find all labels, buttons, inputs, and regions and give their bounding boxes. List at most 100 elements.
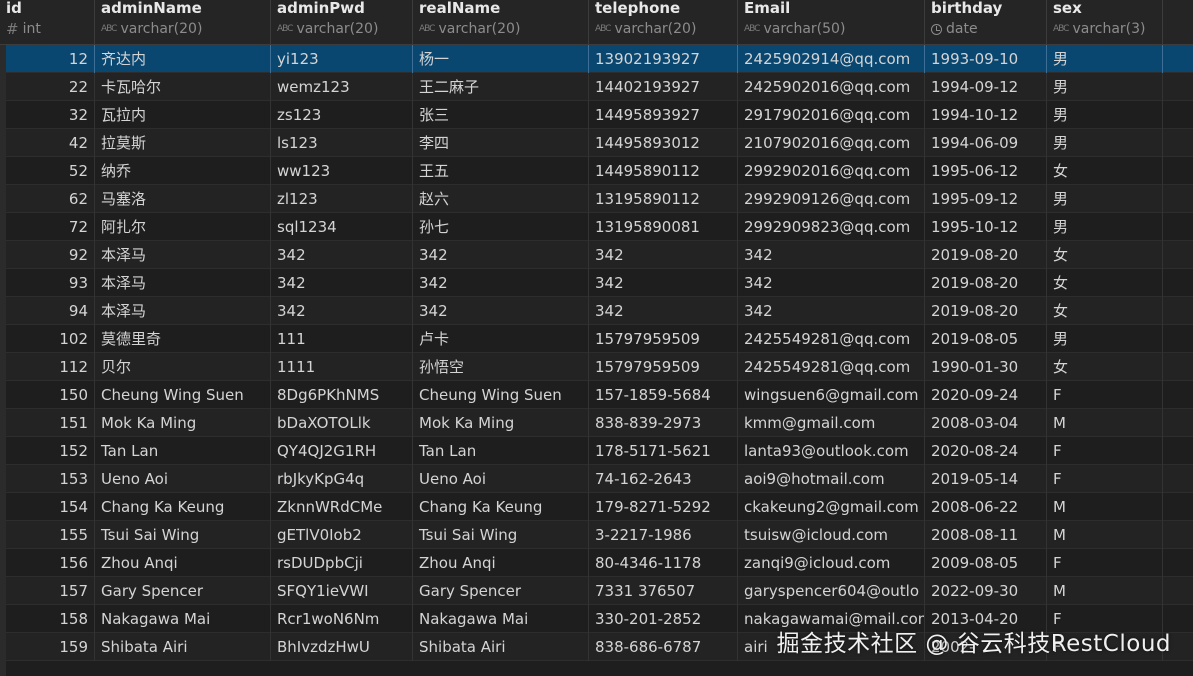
column-header-sex[interactable]: sex ABC varchar(3) xyxy=(1047,0,1163,44)
cell-adminPwd[interactable]: gETlV0Iob2 xyxy=(271,521,413,549)
cell-adminPwd[interactable]: 342 xyxy=(271,241,413,269)
cell-adminName[interactable]: 本泽马 xyxy=(95,297,271,325)
cell-adminName[interactable]: 贝尔 xyxy=(95,353,271,381)
cell-telephone[interactable]: 74-162-2643 xyxy=(589,465,738,493)
cell-adminPwd[interactable]: BhIvzdzHwU xyxy=(271,633,413,661)
cell-adminPwd[interactable]: bDaXOTOLlk xyxy=(271,409,413,437)
table-row[interactable]: 155 Tsui Sai Wing gETlV0Iob2 Tsui Sai Wing 3… xyxy=(0,521,1193,549)
cell-adminName[interactable]: Ueno Aoi xyxy=(95,465,271,493)
table-row[interactable]: 112 贝尔 1111 孙悟空 15797959509 2425549281@qq.com… xyxy=(0,353,1193,381)
cell-sex[interactable]: 男 xyxy=(1047,185,1163,213)
cell-adminName[interactable]: 拉莫斯 xyxy=(95,129,271,157)
table-row[interactable]: 152 Tan Lan QY4QJ2G1RH Tan Lan 178-5171-5621… xyxy=(0,437,1193,465)
cell-adminName[interactable]: 卡瓦哈尔 xyxy=(95,73,271,101)
cell-realName[interactable]: 卢卡 xyxy=(413,325,589,353)
cell-Email[interactable]: tsuisw@icloud.com xyxy=(738,521,925,549)
cell-adminPwd[interactable]: yi123 xyxy=(271,45,413,73)
cell-telephone[interactable]: 14495890112 xyxy=(589,157,738,185)
cell-birthday[interactable]: 2020-09-24 xyxy=(925,381,1047,409)
cell-telephone[interactable]: 178-5171-5621 xyxy=(589,437,738,465)
cell-adminPwd[interactable]: 1111 xyxy=(271,353,413,381)
cell-birthday[interactable]: 2019-08-20 xyxy=(925,241,1047,269)
cell-telephone[interactable]: 838-686-6787 xyxy=(589,633,738,661)
column-header-adminPwd[interactable]: adminPwd ABC varchar(20) xyxy=(271,0,413,44)
table-row[interactable]: 150 Cheung Wing Suen 8Dg6PKhNMS Cheung Wing… xyxy=(0,381,1193,409)
cell-id[interactable]: 92 xyxy=(0,241,95,269)
cell-sex[interactable]: M xyxy=(1047,577,1163,605)
cell-id[interactable]: 12 xyxy=(0,45,95,73)
cell-birthday[interactable]: 1995-09-12 xyxy=(925,185,1047,213)
cell-id[interactable]: 151 xyxy=(0,409,95,437)
cell-birthday[interactable]: 2019-08-05 xyxy=(925,325,1047,353)
cell-telephone[interactable]: 179-8271-5292 xyxy=(589,493,738,521)
cell-id[interactable]: 157 xyxy=(0,577,95,605)
cell-adminName[interactable]: 本泽马 xyxy=(95,241,271,269)
cell-Email[interactable]: wingsuen6@gmail.com xyxy=(738,381,925,409)
cell-birthday[interactable]: 1990-01-30 xyxy=(925,353,1047,381)
cell-adminName[interactable]: Shibata Airi xyxy=(95,633,271,661)
cell-birthday[interactable]: 1994-10-12 xyxy=(925,101,1047,129)
table-row[interactable]: 62 马塞洛 zl123 赵六 13195890112 2992909126@qq.com… xyxy=(0,185,1193,213)
cell-birthday[interactable]: 2022-09-30 xyxy=(925,577,1047,605)
cell-realName[interactable]: 342 xyxy=(413,269,589,297)
cell-adminPwd[interactable]: SFQY1ieVWI xyxy=(271,577,413,605)
cell-Email[interactable]: 2917902016@qq.com xyxy=(738,101,925,129)
cell-id[interactable]: 159 xyxy=(0,633,95,661)
cell-realName[interactable]: Ueno Aoi xyxy=(413,465,589,493)
cell-realName[interactable]: Nakagawa Mai xyxy=(413,605,589,633)
cell-adminName[interactable]: 莫德里奇 xyxy=(95,325,271,353)
cell-Email[interactable]: 2992902016@qq.com xyxy=(738,157,925,185)
cell-adminName[interactable]: 本泽马 xyxy=(95,269,271,297)
cell-id[interactable]: 158 xyxy=(0,605,95,633)
cell-adminPwd[interactable]: rbJkyKpG4q xyxy=(271,465,413,493)
cell-sex[interactable]: 男 xyxy=(1047,325,1163,353)
cell-telephone[interactable]: 14402193927 xyxy=(589,73,738,101)
cell-adminName[interactable]: 纳乔 xyxy=(95,157,271,185)
cell-realName[interactable]: Chang Ka Keung xyxy=(413,493,589,521)
cell-adminName[interactable]: 马塞洛 xyxy=(95,185,271,213)
cell-adminPwd[interactable]: zl123 xyxy=(271,185,413,213)
cell-realName[interactable]: Tan Lan xyxy=(413,437,589,465)
cell-Email[interactable]: aoi9@hotmail.com xyxy=(738,465,925,493)
cell-Email[interactable]: 2425549281@qq.com xyxy=(738,353,925,381)
cell-realName[interactable]: Zhou Anqi xyxy=(413,549,589,577)
table-row[interactable]: 102 莫德里奇 111 卢卡 15797959509 2425549281@qq.com… xyxy=(0,325,1193,353)
cell-id[interactable]: 150 xyxy=(0,381,95,409)
cell-adminPwd[interactable]: zs123 xyxy=(271,101,413,129)
cell-sex[interactable]: 女 xyxy=(1047,241,1163,269)
cell-Email[interactable]: 342 xyxy=(738,297,925,325)
cell-Email[interactable]: zanqi9@icloud.com xyxy=(738,549,925,577)
cell-realName[interactable]: 342 xyxy=(413,241,589,269)
table-row[interactable]: 12 齐达内 yi123 杨一 13902193927 2425902914@qq.com… xyxy=(0,45,1193,73)
cell-adminName[interactable]: Zhou Anqi xyxy=(95,549,271,577)
cell-birthday[interactable]: 1995-06-12 xyxy=(925,157,1047,185)
cell-realName[interactable]: Cheung Wing Suen xyxy=(413,381,589,409)
cell-telephone[interactable]: 342 xyxy=(589,297,738,325)
cell-adminName[interactable]: Mok Ka Ming xyxy=(95,409,271,437)
cell-realName[interactable]: Mok Ka Ming xyxy=(413,409,589,437)
cell-sex[interactable]: 男 xyxy=(1047,45,1163,73)
cell-sex[interactable]: M xyxy=(1047,521,1163,549)
cell-birthday[interactable]: 2008-08-11 xyxy=(925,521,1047,549)
cell-sex[interactable]: 女 xyxy=(1047,353,1163,381)
cell-realName[interactable]: 张三 xyxy=(413,101,589,129)
table-row[interactable]: 154 Chang Ka Keung ZknnWRdCMe Chang Ka Keun… xyxy=(0,493,1193,521)
cell-sex[interactable]: F xyxy=(1047,465,1163,493)
cell-id[interactable]: 102 xyxy=(0,325,95,353)
cell-Email[interactable]: 2425549281@qq.com xyxy=(738,325,925,353)
cell-birthday[interactable]: 1994-09-12 xyxy=(925,73,1047,101)
cell-telephone[interactable]: 13195890081 xyxy=(589,213,738,241)
cell-birthday[interactable]: 2008-06-22 xyxy=(925,493,1047,521)
cell-id[interactable]: 155 xyxy=(0,521,95,549)
cell-sex[interactable]: F xyxy=(1047,381,1163,409)
table-row[interactable]: 156 Zhou Anqi rsDUDpbCji Zhou Anqi 80-4346-1… xyxy=(0,549,1193,577)
table-row[interactable]: 151 Mok Ka Ming bDaXOTOLlk Mok Ka Ming 838-8… xyxy=(0,409,1193,437)
cell-adminName[interactable]: Nakagawa Mai xyxy=(95,605,271,633)
cell-adminName[interactable]: Tan Lan xyxy=(95,437,271,465)
cell-realName[interactable]: 李四 xyxy=(413,129,589,157)
cell-realName[interactable]: 孙七 xyxy=(413,213,589,241)
cell-Email[interactable]: lanta93@outlook.com xyxy=(738,437,925,465)
cell-telephone[interactable]: 342 xyxy=(589,241,738,269)
cell-adminName[interactable]: Cheung Wing Suen xyxy=(95,381,271,409)
cell-id[interactable]: 94 xyxy=(0,297,95,325)
